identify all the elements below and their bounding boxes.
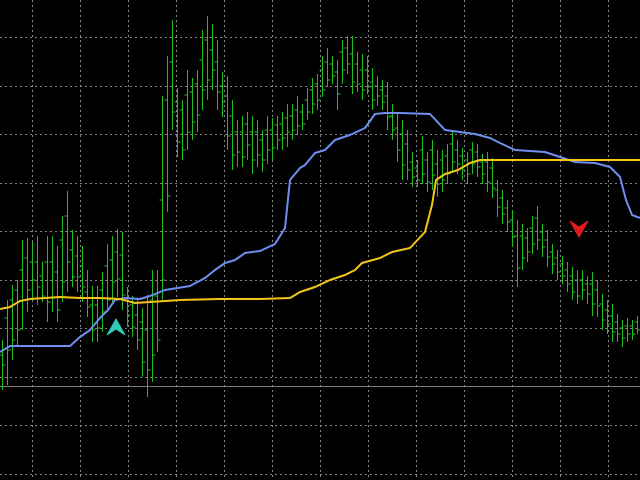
chart-canvas[interactable]	[0, 0, 640, 480]
price-chart[interactable]	[0, 0, 640, 480]
